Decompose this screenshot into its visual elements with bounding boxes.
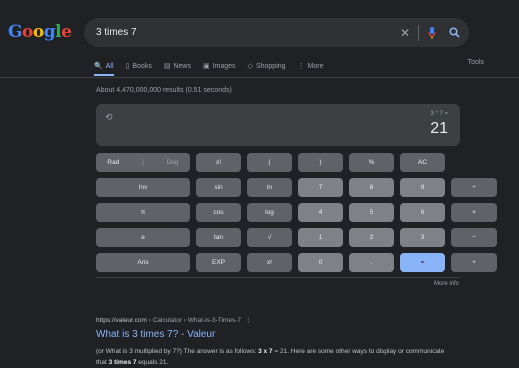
search-bar[interactable]: 3 times 7 ✕ xyxy=(84,18,469,47)
more-vert-icon[interactable]: ⋮ xyxy=(245,317,252,324)
key-ln[interactable]: ln xyxy=(247,178,292,197)
search-icon: 🔍 xyxy=(94,63,103,70)
key-2[interactable]: 2 xyxy=(349,228,394,247)
key-percent[interactable]: % xyxy=(349,153,394,172)
tag-icon: ◇ xyxy=(247,63,253,70)
key-pi[interactable]: π xyxy=(96,203,190,222)
snippet-text: (or What is 3 multiplied by 7?) The answ… xyxy=(96,348,259,355)
tab-images[interactable]: ▣ Images xyxy=(203,59,236,73)
key-4[interactable]: 4 xyxy=(298,203,343,222)
tab-news[interactable]: ▤ News xyxy=(164,59,191,73)
key-9[interactable]: 9 xyxy=(400,178,445,197)
key-5[interactable]: 5 xyxy=(349,203,394,222)
key-factorial[interactable]: x! xyxy=(196,153,241,172)
key-log[interactable]: log xyxy=(247,203,292,222)
calculator-display: ⟲ 3 * 7 = 21 xyxy=(96,104,460,146)
key-all-clear[interactable]: AC xyxy=(400,153,445,172)
calculator: ⟲ 3 * 7 = 21 Rad | Deg x! ( ) % AC Inv s… xyxy=(96,104,497,272)
tab-label: Books xyxy=(132,62,152,70)
rad-deg-separator: | xyxy=(142,159,144,166)
cite-path: › Calculator › What-is-3-Times-7 xyxy=(146,317,241,324)
rad-deg-toggle[interactable]: Rad | Deg xyxy=(96,153,190,172)
tools-button[interactable]: Tools xyxy=(468,59,484,66)
tab-label: Shopping xyxy=(255,62,286,70)
logo-letter: o xyxy=(22,22,33,42)
key-close-paren[interactable]: ) xyxy=(298,153,343,172)
search-icon[interactable] xyxy=(443,27,469,38)
logo-letter: o xyxy=(32,22,44,42)
tab-label: News xyxy=(173,62,191,70)
search-tabs: 🔍 All ▯ Books ▤ News ▣ Images ◇ Shopping ⋮ Mor… xyxy=(94,59,519,73)
logo-letter: e xyxy=(61,22,72,42)
header-divider xyxy=(0,77,519,78)
snippet-bold: 3 x 7 xyxy=(258,348,273,355)
mic-icon[interactable] xyxy=(421,26,443,39)
tab-all[interactable]: 🔍 All xyxy=(94,59,114,73)
key-minus[interactable]: − xyxy=(451,228,497,247)
book-icon: ▯ xyxy=(125,63,130,70)
result-title-link[interactable]: What is 3 times 7? - Valeur xyxy=(96,329,215,340)
key-divide[interactable]: ÷ xyxy=(451,178,497,197)
key-ans[interactable]: Ans xyxy=(96,253,190,272)
active-tab-underline xyxy=(94,74,114,76)
news-icon: ▤ xyxy=(163,63,171,70)
key-power[interactable]: xʸ xyxy=(247,253,292,272)
key-plus[interactable]: + xyxy=(451,253,497,272)
logo-letter: g xyxy=(43,22,56,42)
snippet-text: equals 21. xyxy=(136,359,169,366)
key-6[interactable]: 6 xyxy=(400,203,445,222)
key-cos[interactable]: cos xyxy=(196,203,241,222)
key-8[interactable]: 8 xyxy=(349,178,394,197)
tab-label: All xyxy=(105,62,114,70)
tab-shopping[interactable]: ◇ Shopping xyxy=(248,59,286,73)
image-icon: ▣ xyxy=(202,63,210,70)
calculator-keypad: Rad | Deg x! ( ) % AC Inv sin ln 7 8 9 ÷… xyxy=(96,153,497,272)
key-tan[interactable]: tan xyxy=(196,228,241,247)
key-inv[interactable]: Inv xyxy=(96,178,190,197)
deg-label: Deg xyxy=(166,159,179,166)
logo-letter: G xyxy=(8,22,23,42)
key-decimal[interactable]: . xyxy=(349,253,394,272)
calculator-result: 21 xyxy=(430,120,448,137)
key-sin[interactable]: sin xyxy=(196,178,241,197)
result-cite[interactable]: https://valeur.com › Calculator › What-i… xyxy=(96,316,251,324)
result-snippet: (or What is 3 multiplied by 7?) The answ… xyxy=(96,346,456,368)
result-stats: About 4,470,000,000 results (0.51 second… xyxy=(96,87,232,94)
key-sqrt[interactable]: √ xyxy=(247,228,292,247)
key-exp[interactable]: EXP xyxy=(196,253,241,272)
tab-books[interactable]: ▯ Books xyxy=(126,59,152,73)
search-input[interactable]: 3 times 7 xyxy=(84,27,394,38)
snippet-bold: 3 times 7 xyxy=(108,359,137,366)
calculator-expression: 3 * 7 = xyxy=(430,111,448,117)
history-icon[interactable]: ⟲ xyxy=(105,112,113,123)
key-open-paren[interactable]: ( xyxy=(247,153,292,172)
rad-label: Rad xyxy=(107,159,120,166)
search-divider xyxy=(418,24,419,41)
key-0[interactable]: 0 xyxy=(298,253,343,272)
key-7[interactable]: 7 xyxy=(298,178,343,197)
cite-site: https://valeur.com xyxy=(96,317,147,324)
tab-label: Images xyxy=(212,62,236,70)
more-info-link[interactable]: More info xyxy=(434,281,459,287)
calculator-divider xyxy=(96,277,460,278)
key-1[interactable]: 1 xyxy=(298,228,343,247)
key-e[interactable]: e xyxy=(96,228,190,247)
key-3[interactable]: 3 xyxy=(400,228,445,247)
tab-more[interactable]: ⋮ More xyxy=(298,59,324,73)
google-logo[interactable]: Google xyxy=(8,22,72,42)
key-equals[interactable]: = xyxy=(400,253,445,272)
tab-label: More xyxy=(307,62,324,70)
more-vert-icon: ⋮ xyxy=(297,63,305,70)
close-icon[interactable]: ✕ xyxy=(394,26,416,40)
key-multiply[interactable]: × xyxy=(451,203,497,222)
